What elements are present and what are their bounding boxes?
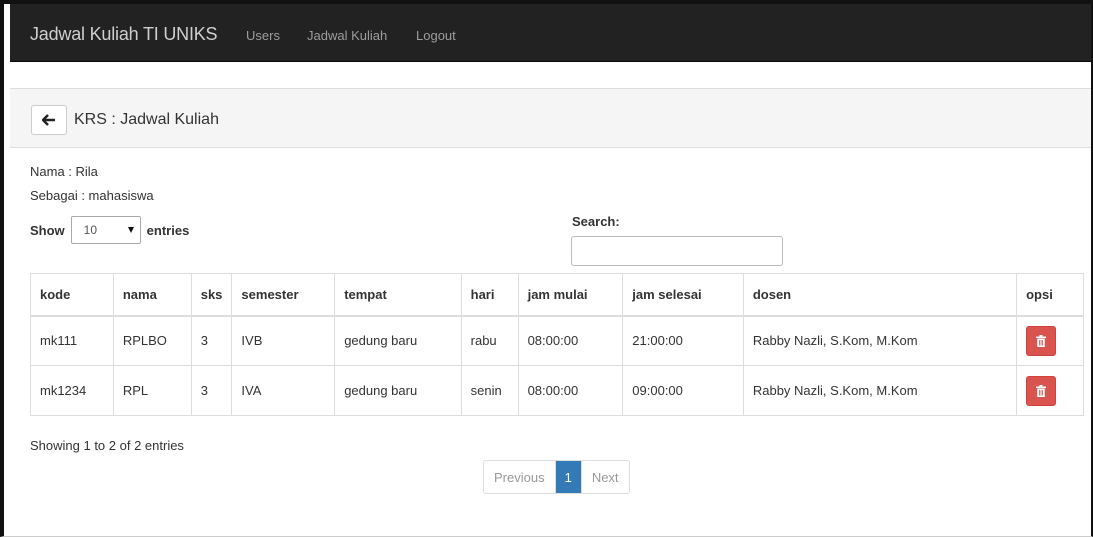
cell-sks: 3: [190, 365, 233, 416]
header-dosen[interactable]: dosen: [742, 273, 1018, 317]
cell-nama: RPLBO: [112, 315, 192, 366]
entries-length-control: Show 10 entries: [30, 216, 189, 244]
header-tempat[interactable]: tempat: [334, 273, 462, 317]
show-label: Show: [30, 222, 65, 238]
page-title: KRS : Jadwal Kuliah: [74, 111, 219, 128]
trash-icon: [1036, 334, 1047, 347]
cell-jam-mulai: 08:00:00: [517, 365, 624, 416]
cell-tempat: gedung baru: [334, 315, 462, 366]
search-input[interactable]: [571, 236, 783, 266]
cell-hari: rabu: [460, 315, 519, 366]
cell-opsi: [1016, 365, 1084, 416]
header-sks[interactable]: sks: [190, 273, 233, 317]
browser-viewport: Jadwal Kuliah TI UNIKS Users Jadwal Kuli…: [0, 0, 1093, 537]
nav-link-users[interactable]: Users: [246, 28, 280, 43]
arrow-left-icon: [42, 114, 55, 126]
cell-sks: 3: [190, 315, 233, 366]
table-row: mk111 RPLBO 3 IVB gedung baru rabu 08:00…: [30, 315, 1084, 366]
cell-jam-selesai: 21:00:00: [622, 315, 744, 366]
entries-select[interactable]: 10: [70, 216, 141, 244]
header-kode[interactable]: kode: [30, 273, 114, 317]
header-hari[interactable]: hari: [460, 273, 519, 317]
header-semester[interactable]: semester: [231, 273, 336, 317]
nav-link-jadwal-kuliah[interactable]: Jadwal Kuliah: [307, 28, 387, 43]
cell-hari: senin: [460, 365, 519, 416]
cell-dosen: Rabby Nazli, S.Kom, M.Kom: [742, 365, 1018, 416]
cell-dosen: Rabby Nazli, S.Kom, M.Kom: [742, 315, 1018, 366]
table-info: Showing 1 to 2 of 2 entries: [30, 438, 184, 453]
caret-down-icon: [127, 227, 134, 233]
entries-label: entries: [146, 222, 190, 238]
cell-tempat: gedung baru: [334, 365, 462, 416]
user-name-label: Nama : Rila: [30, 164, 98, 179]
panel-heading: KRS : Jadwal Kuliah: [10, 88, 1091, 148]
cell-opsi: [1016, 315, 1084, 366]
entries-select-value: 10: [83, 223, 98, 237]
cell-kode: mk1234: [30, 365, 114, 416]
schedule-table: kode nama sks semester tempat hari jam m…: [30, 273, 1084, 416]
nav-link-logout[interactable]: Logout: [416, 28, 456, 43]
user-role-label: Sebagai : mahasiswa: [30, 188, 154, 203]
header-jam-selesai[interactable]: jam selesai: [622, 273, 744, 317]
cell-semester: IVB: [231, 315, 336, 366]
cell-kode: mk111: [30, 315, 114, 366]
header-opsi[interactable]: opsi: [1016, 273, 1084, 317]
header-jam-mulai[interactable]: jam mulai: [517, 273, 624, 317]
table-row: mk1234 RPL 3 IVA gedung baru senin 08:00…: [30, 365, 1084, 416]
search-label: Search:: [572, 214, 620, 229]
navbar: Jadwal Kuliah TI UNIKS Users Jadwal Kuli…: [10, 4, 1091, 62]
table-header-row: kode nama sks semester tempat hari jam m…: [30, 273, 1084, 317]
cell-nama: RPL: [112, 365, 192, 416]
navbar-brand[interactable]: Jadwal Kuliah TI UNIKS: [30, 24, 218, 45]
pagination-page-1[interactable]: 1: [554, 461, 581, 493]
cell-semester: IVA: [231, 365, 336, 416]
delete-button[interactable]: [1026, 325, 1057, 356]
trash-icon: [1036, 384, 1047, 397]
header-nama[interactable]: nama: [112, 273, 192, 317]
pagination-previous[interactable]: Previous: [484, 461, 555, 493]
cell-jam-mulai: 08:00:00: [517, 315, 624, 366]
back-button[interactable]: [31, 105, 67, 135]
cell-jam-selesai: 09:00:00: [622, 365, 744, 416]
pagination: Previous 1 Next: [483, 460, 630, 494]
delete-button[interactable]: [1026, 375, 1057, 406]
pagination-next[interactable]: Next: [580, 461, 629, 493]
